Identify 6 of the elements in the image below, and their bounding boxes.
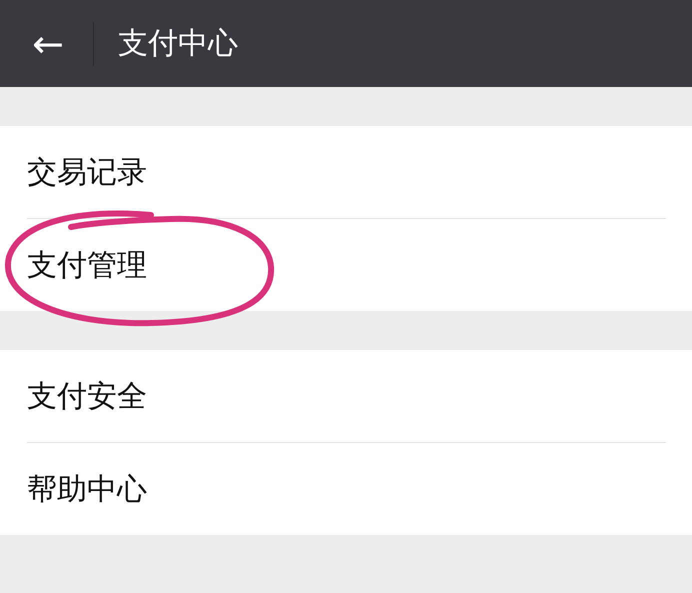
menu-item[interactable]: 支付管理 bbox=[27, 244, 147, 286]
menu-item[interactable]: 帮助中心 bbox=[27, 468, 147, 510]
menu-item[interactable]: 支付安全 bbox=[27, 376, 147, 416]
page-title: 支付中心 bbox=[118, 25, 238, 63]
back-button[interactable]: ← bbox=[28, 22, 68, 66]
menu-item[interactable]: 交易记录 bbox=[27, 152, 147, 192]
